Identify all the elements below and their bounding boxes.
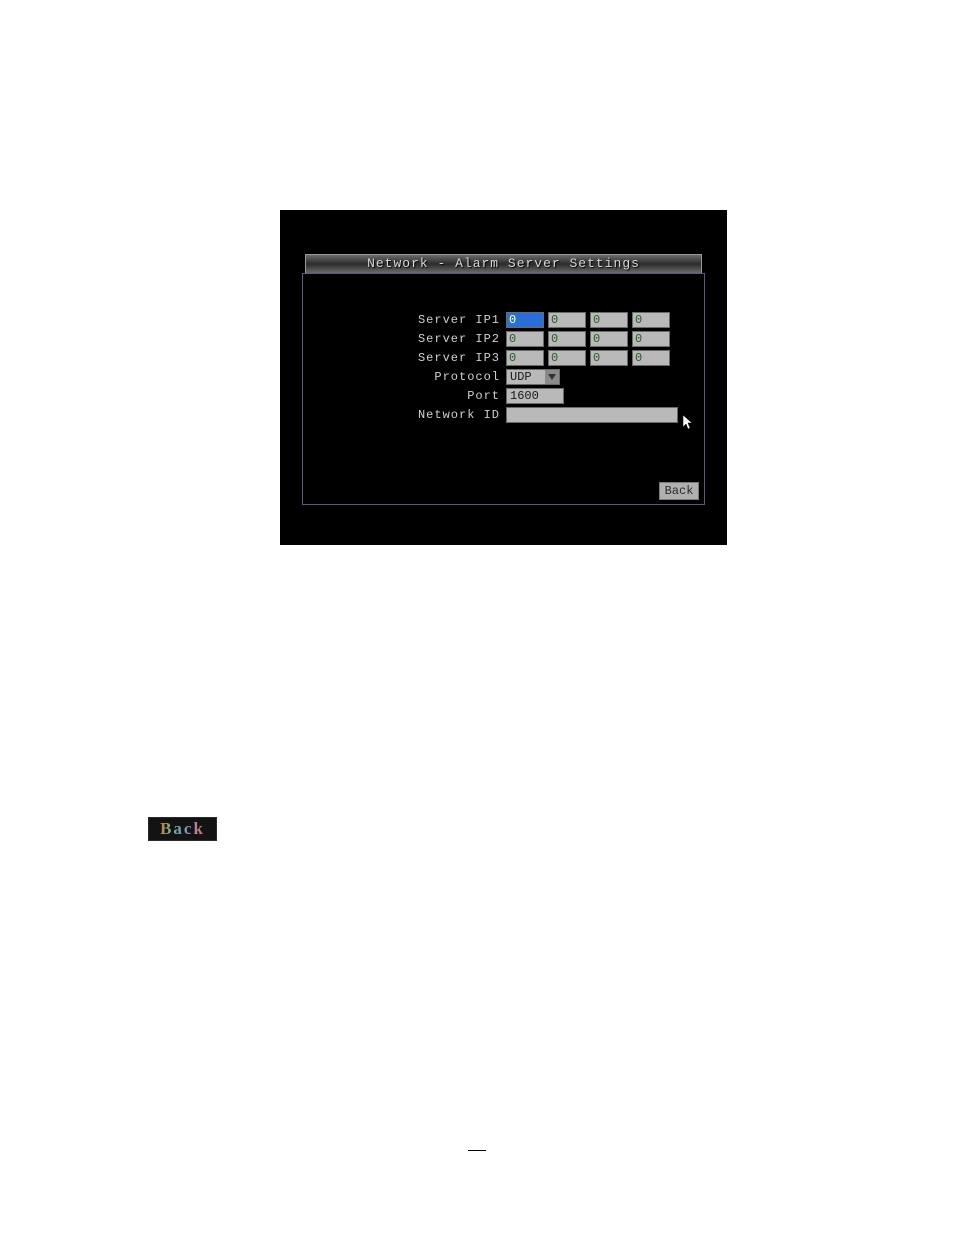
ip1-octet-2[interactable]: 0	[548, 312, 586, 328]
ip2-octet-1[interactable]: 0	[506, 331, 544, 347]
back-button[interactable]: Back	[659, 482, 699, 500]
label-protocol: Protocol	[302, 370, 506, 384]
ip3-octet-2[interactable]: 0	[548, 350, 586, 366]
ip3-octet-4[interactable]: 0	[632, 350, 670, 366]
row-server-ip2: Server IP2 0 0 0 0	[302, 329, 705, 348]
ip1-octet-4[interactable]: 0	[632, 312, 670, 328]
ip1-octet-1[interactable]: 0	[506, 312, 544, 328]
ip2-octet-4[interactable]: 0	[632, 331, 670, 347]
protocol-value: UDP	[507, 370, 545, 384]
port-input[interactable]: 1600	[506, 388, 564, 404]
ip3-group: 0 0 0 0	[506, 350, 670, 366]
label-server-ip3: Server IP3	[302, 351, 506, 365]
label-server-ip2: Server IP2	[302, 332, 506, 346]
ip1-octet-3[interactable]: 0	[590, 312, 628, 328]
label-network-id: Network ID	[302, 408, 506, 422]
document-page: Network - Alarm Server Settings Server I…	[0, 0, 954, 1235]
ip1-group: 0 0 0 0	[506, 312, 670, 328]
row-server-ip1: Server IP1 0 0 0 0	[302, 310, 705, 329]
protocol-select[interactable]: UDP	[506, 369, 560, 385]
back-button-graphic-label: Back	[160, 819, 205, 839]
ip2-octet-2[interactable]: 0	[548, 331, 586, 347]
label-port: Port	[302, 389, 506, 403]
ip3-octet-3[interactable]: 0	[590, 350, 628, 366]
ip2-octet-3[interactable]: 0	[590, 331, 628, 347]
back-button-graphic[interactable]: Back	[148, 817, 217, 841]
row-port: Port 1600	[302, 386, 705, 405]
row-protocol: Protocol UDP	[302, 367, 705, 386]
dropdown-arrow-icon	[545, 370, 559, 384]
settings-form: Server IP1 0 0 0 0 Server IP2 0 0 0 0	[302, 310, 705, 424]
ip2-group: 0 0 0 0	[506, 331, 670, 347]
row-server-ip3: Server IP3 0 0 0 0	[302, 348, 705, 367]
page-marker-dash	[468, 1150, 486, 1151]
ip3-octet-1[interactable]: 0	[506, 350, 544, 366]
network-id-input[interactable]	[506, 407, 678, 423]
alarm-server-settings-dialog: Network - Alarm Server Settings Server I…	[280, 210, 727, 545]
row-network-id: Network ID	[302, 405, 705, 424]
label-server-ip1: Server IP1	[302, 313, 506, 327]
dialog-title: Network - Alarm Server Settings	[305, 254, 702, 274]
